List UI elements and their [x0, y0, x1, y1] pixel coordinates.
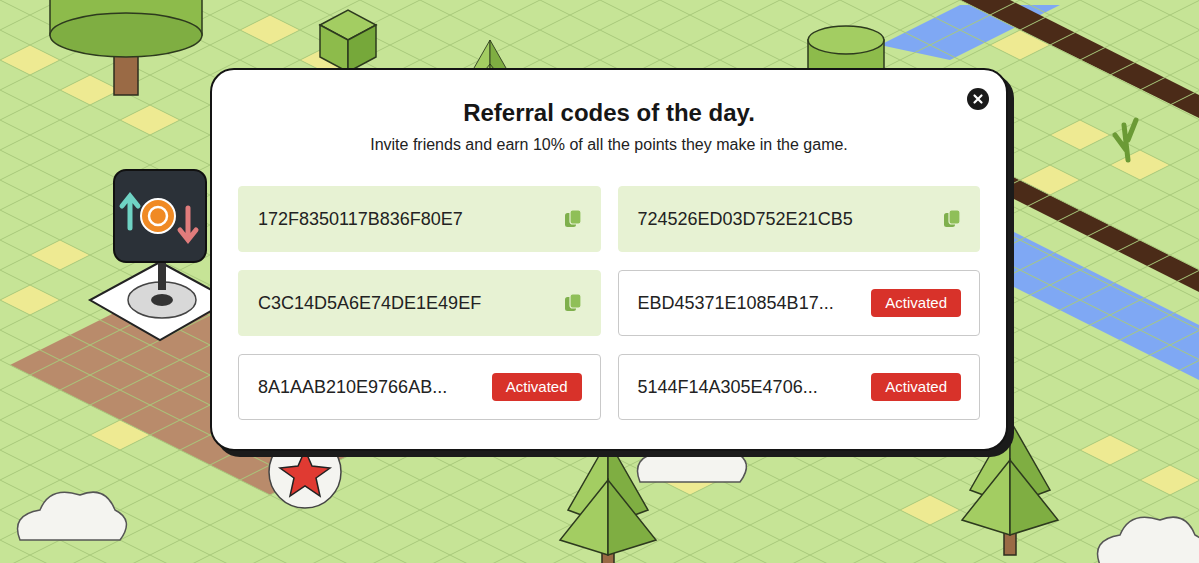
- sprout-icon: [1115, 120, 1136, 160]
- copy-icon[interactable]: [943, 209, 961, 229]
- code-text: EBD45371E10854B17...: [638, 293, 834, 314]
- code-text: 5144F14A305E4706...: [638, 377, 818, 398]
- copy-icon[interactable]: [564, 209, 582, 229]
- cloud-icon: [1098, 517, 1199, 563]
- referral-modal: Referral codes of the day. Invite friends…: [210, 68, 1008, 451]
- cube-bush-icon: [320, 10, 376, 72]
- code-card: 8A1AAB210E9766AB... Activated: [238, 354, 601, 420]
- close-button[interactable]: [967, 88, 989, 110]
- game-screen: Referral codes of the day. Invite friends…: [0, 0, 1199, 563]
- close-icon: [967, 88, 989, 110]
- code-grid: 172F8350117B836F80E7 724526ED03D752E21CB5…: [238, 186, 980, 420]
- activated-badge: Activated: [871, 373, 961, 401]
- pine-tree-icon: [560, 440, 656, 563]
- code-card: 5144F14A305E4706... Activated: [618, 354, 981, 420]
- code-text: 724526ED03D752E21CB5: [638, 209, 853, 230]
- grass-ground: [0, 0, 1199, 563]
- activated-badge: Activated: [492, 373, 582, 401]
- tile-grid: [0, 0, 1199, 563]
- round-tree-icon: [50, 0, 202, 95]
- code-card[interactable]: C3C14D5A6E74DE1E49EF: [238, 270, 601, 336]
- copy-icon[interactable]: [564, 293, 582, 313]
- code-text: 172F8350117B836F80E7: [258, 209, 463, 230]
- modal-title: Referral codes of the day.: [463, 97, 755, 129]
- code-text: 8A1AAB210E9766AB...: [258, 377, 447, 398]
- modal-subtitle: Invite friends and earn 10% of all the p…: [370, 135, 848, 155]
- exchange-sign-icon[interactable]: [90, 170, 230, 340]
- code-card[interactable]: 724526ED03D752E21CB5: [618, 186, 981, 252]
- code-card: EBD45371E10854B17... Activated: [618, 270, 981, 336]
- code-text: C3C14D5A6E74DE1E49EF: [258, 293, 481, 314]
- modal-header: Referral codes of the day. Invite friends…: [238, 70, 980, 155]
- activated-badge: Activated: [871, 289, 961, 317]
- cloud-icon: [18, 492, 127, 540]
- code-card[interactable]: 172F8350117B836F80E7: [238, 186, 601, 252]
